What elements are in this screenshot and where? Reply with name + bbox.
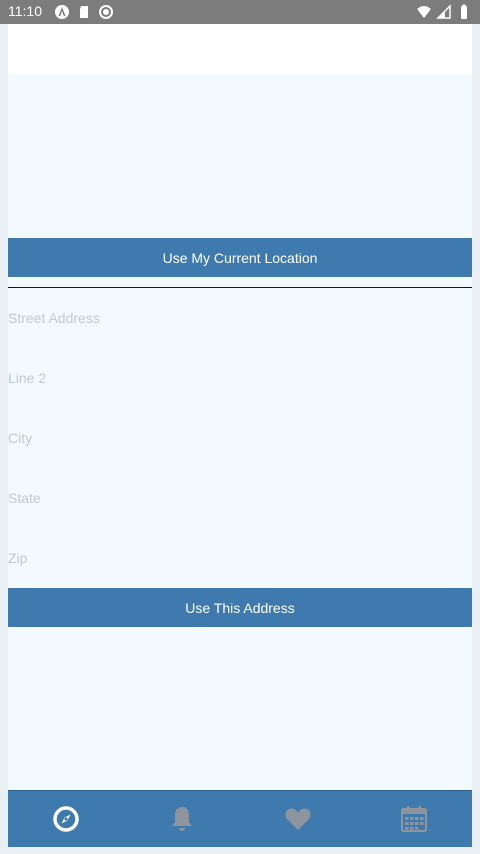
android-auto-icon [55,5,69,19]
zip-input[interactable] [8,543,472,573]
bell-icon [172,807,192,831]
state-input[interactable] [8,483,472,513]
wifi-icon [417,6,431,18]
status-bar: 11:10 [0,0,480,24]
status-time: 11:10 [8,3,42,19]
app-content: Use My Current Location Use This Address [8,24,472,847]
status-left-icons [54,4,114,20]
sync-icon [99,5,113,19]
tab-calendar[interactable] [356,791,472,847]
street-address-input[interactable] [8,303,472,333]
bottom-tab-bar [8,790,472,847]
heart-icon [285,808,311,830]
tab-notifications[interactable] [124,791,240,847]
city-input[interactable] [8,423,472,453]
map-header-area [8,24,472,74]
section-divider [8,287,472,288]
use-this-address-button[interactable]: Use This Address [8,588,472,627]
status-right-icons [416,4,472,20]
cell-signal-icon [436,4,451,19]
use-current-location-button[interactable]: Use My Current Location [8,238,472,277]
battery-icon [461,4,467,19]
line-2-input[interactable] [8,363,472,393]
calendar-icon [401,806,427,832]
tab-explore[interactable] [8,791,124,847]
tab-favorites[interactable] [240,791,356,847]
sd-card-icon [80,6,88,18]
compass-icon [53,806,79,832]
